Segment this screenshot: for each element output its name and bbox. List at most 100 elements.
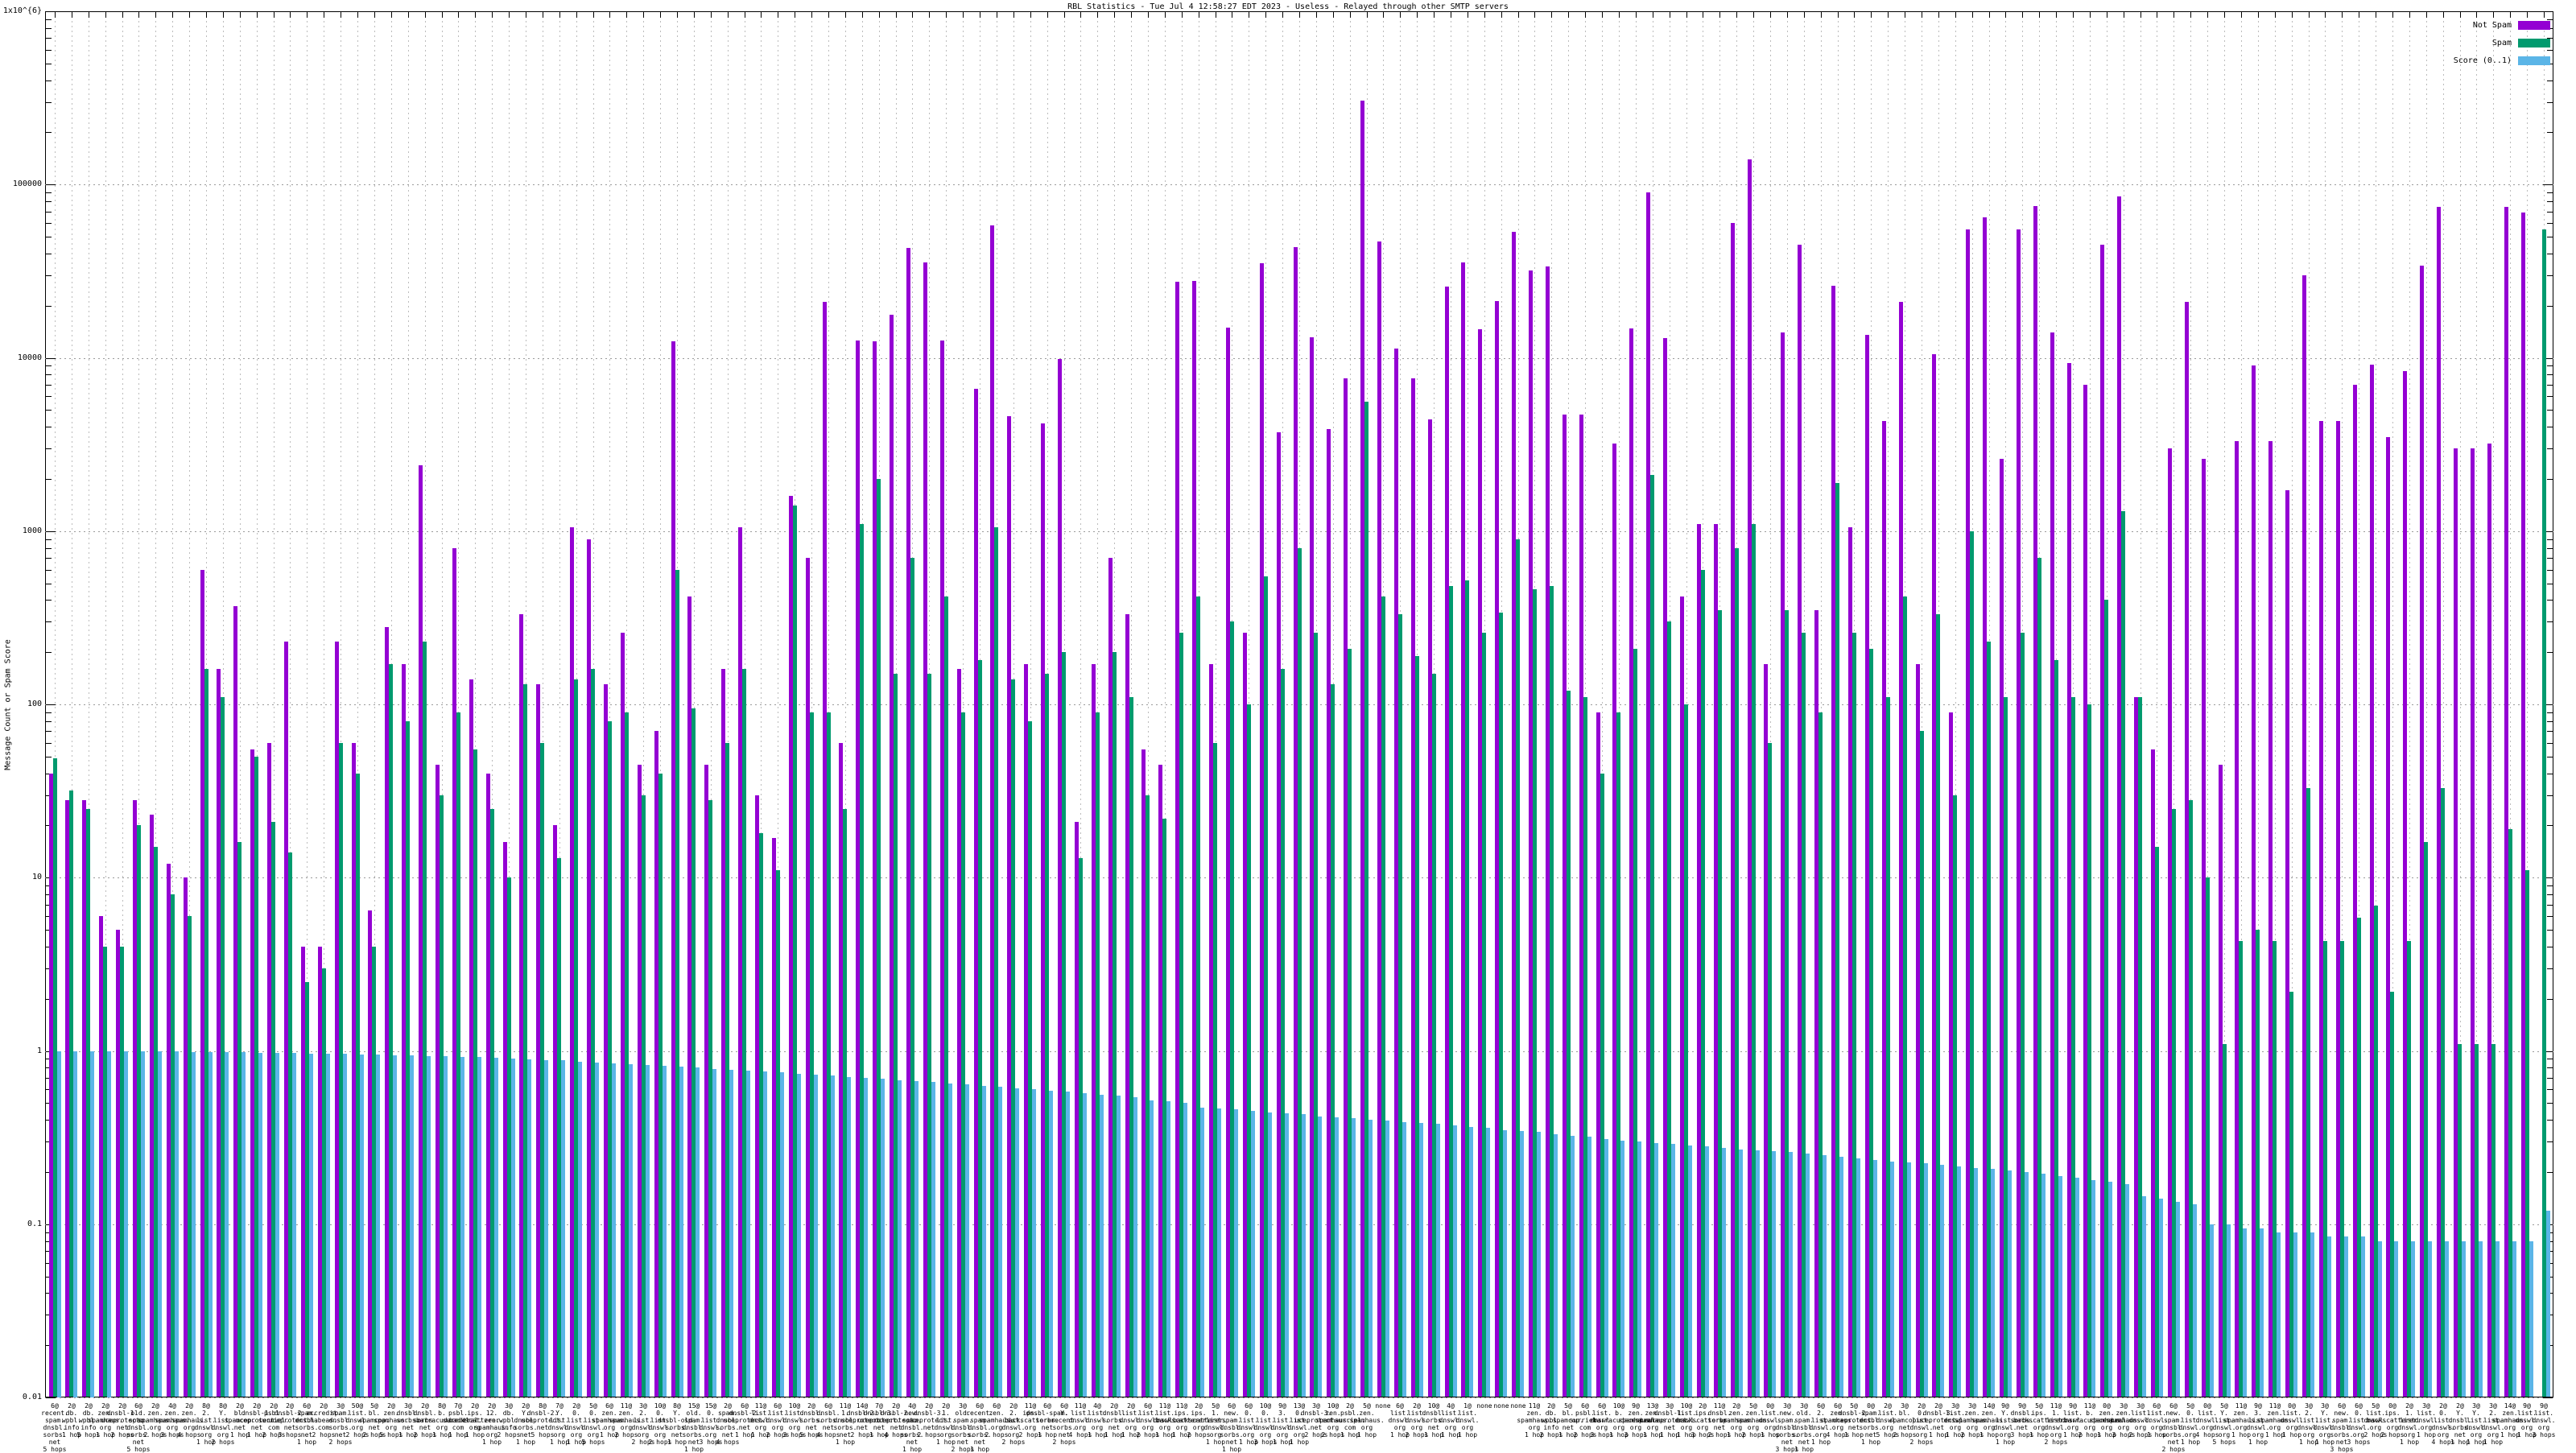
x-tick	[2022, 11, 2023, 18]
bar-score	[393, 1055, 397, 1397]
bar-score	[511, 1059, 515, 1397]
y-minor-tick	[46, 223, 52, 224]
bar-score	[1890, 1162, 1894, 1397]
y-tick-label: 1	[2, 1046, 42, 1055]
bar-score	[1974, 1168, 1978, 1397]
x-tick	[2392, 11, 2393, 18]
bar-score	[1739, 1150, 1743, 1397]
x-tick	[1551, 11, 1552, 18]
y-minor-tick	[2547, 1078, 2553, 1079]
bar-score	[2058, 1176, 2062, 1397]
y-minor-tick	[46, 385, 52, 386]
x-tick	[2325, 11, 2326, 18]
x-tick	[374, 11, 375, 18]
bar-score	[57, 1051, 61, 1397]
y-minor-tick	[2547, 19, 2553, 20]
x-tick	[963, 11, 964, 18]
x-tick	[1955, 11, 1956, 18]
bar-score	[1166, 1101, 1170, 1397]
bar-score	[1385, 1121, 1389, 1397]
bar-score	[2125, 1184, 2129, 1397]
y-minor-tick	[2547, 479, 2553, 480]
x-tick	[761, 11, 762, 18]
x-tick	[1636, 11, 1637, 18]
y-minor-tick	[2547, 1089, 2553, 1090]
x-tick	[811, 11, 812, 18]
x-tick	[593, 11, 594, 18]
x-tick	[1888, 11, 1889, 18]
y-minor-tick	[46, 621, 52, 622]
y-minor-tick	[2547, 885, 2553, 886]
x-tick	[206, 11, 207, 18]
y-minor-tick	[2547, 1172, 2553, 1173]
y-minor-tick	[2547, 652, 2553, 653]
bar-score	[2041, 1174, 2046, 1397]
x-tick	[274, 11, 275, 18]
y-minor-tick	[2547, 223, 2553, 224]
bar-score	[1402, 1122, 1406, 1397]
bar-score	[107, 1051, 111, 1397]
bar-score	[527, 1059, 531, 1397]
x-tick	[2005, 11, 2006, 18]
bar-score	[1637, 1141, 1641, 1397]
bar-score	[797, 1074, 801, 1397]
bar-score	[175, 1051, 179, 1397]
x-tick	[307, 11, 308, 18]
x-tick	[189, 11, 190, 18]
bar-score	[2378, 1241, 2382, 1397]
x-tick	[1148, 11, 1149, 18]
x-tick	[55, 11, 56, 18]
legend-label-not-spam: Not Spam	[2383, 21, 2512, 30]
y-minor-tick	[2547, 212, 2553, 213]
bar-score	[1419, 1123, 1423, 1397]
x-tick	[1804, 11, 1805, 18]
x-tick	[2443, 11, 2444, 18]
x-tick	[2090, 11, 2091, 18]
y-minor-tick	[2547, 930, 2553, 931]
y-minor-tick	[2547, 385, 2553, 386]
bar-score	[494, 1058, 498, 1397]
bar-score	[982, 1086, 986, 1397]
x-tick	[458, 11, 459, 18]
y-minor-tick	[46, 558, 52, 559]
x-tick	[1367, 11, 1368, 18]
legend-swatch	[2518, 39, 2550, 47]
x-tick	[1989, 11, 1990, 18]
bar-score	[158, 1051, 162, 1397]
y-minor-tick	[46, 306, 52, 307]
x-tick	[1097, 11, 1098, 18]
y-minor-tick	[2547, 132, 2553, 133]
y-minor-tick	[2547, 201, 2553, 202]
gridline-h	[45, 1397, 2553, 1398]
bar-score	[1823, 1155, 1827, 1397]
y-minor-tick	[46, 374, 52, 375]
x-tick	[509, 11, 510, 18]
y-tick-label: 0.1	[2, 1220, 42, 1228]
x-tick	[1383, 11, 1384, 18]
x-tick	[2342, 11, 2343, 18]
y-minor-tick	[46, 212, 52, 213]
bar-score	[1671, 1144, 1675, 1397]
x-tick	[2309, 11, 2310, 18]
bar-score	[612, 1063, 616, 1397]
x-tick	[1400, 11, 1401, 18]
x-tick	[660, 11, 661, 18]
y-minor-tick	[2547, 916, 2553, 917]
bar-score	[343, 1054, 347, 1397]
y-minor-tick	[2547, 825, 2553, 826]
bar-score	[1722, 1148, 1726, 1397]
y-minor-tick	[2547, 968, 2553, 969]
bar-score	[2075, 1178, 2079, 1397]
y-tick-label: 10000	[2, 353, 42, 362]
x-tick	[828, 11, 829, 18]
x-tick	[1501, 11, 1502, 18]
bar-score	[2243, 1228, 2247, 1397]
y-minor-tick	[2547, 306, 2553, 307]
x-tick	[626, 11, 627, 18]
x-tick	[1838, 11, 1839, 18]
x-tick	[1030, 11, 1031, 18]
bar-score	[679, 1067, 683, 1397]
y-minor-tick	[46, 132, 52, 133]
x-tick	[1182, 11, 1183, 18]
bar-score	[2496, 1241, 2500, 1397]
